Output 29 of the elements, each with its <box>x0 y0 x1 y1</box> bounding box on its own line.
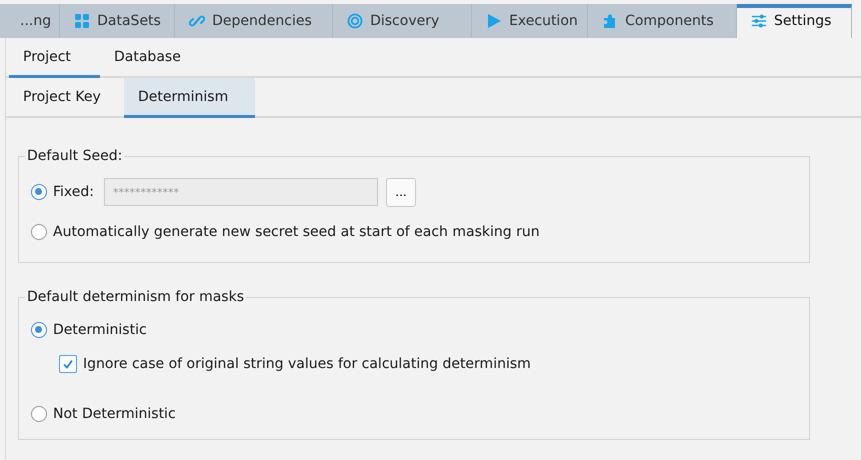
option-label: Not Deterministic <box>53 406 176 422</box>
option-label: Fixed: <box>53 184 94 200</box>
checkbox-label: Ignore case of original string values for calculating determinism <box>83 356 531 372</box>
sub-tab[interactable]: Database <box>100 38 195 78</box>
radio-button[interactable] <box>31 322 47 338</box>
target-icon <box>347 13 364 29</box>
group-title: Default Seed: <box>26 148 124 164</box>
radio-button[interactable] <box>31 406 47 422</box>
browse-button[interactable]: ... <box>386 178 416 206</box>
option-label: Deterministic <box>53 322 147 338</box>
main-tab[interactable]: Dependencies <box>175 4 334 38</box>
main-tab[interactable]: Settings <box>737 4 852 38</box>
main-tab[interactable]: ...ng <box>0 4 60 38</box>
play-icon <box>486 13 502 29</box>
sub-tab[interactable]: Project <box>9 38 100 78</box>
grid-icon <box>74 13 90 29</box>
section-tab[interactable]: Project Key <box>9 78 124 118</box>
checkmark-icon <box>62 358 74 370</box>
radio-button[interactable] <box>31 224 47 240</box>
checkbox[interactable] <box>59 355 77 373</box>
main-tab[interactable]: DataSets <box>60 4 176 38</box>
group-title: Default determinism for masks <box>26 289 245 305</box>
radio-button[interactable] <box>31 184 47 200</box>
option-label: Automatically generate new secret seed at start of each masking run <box>53 224 540 240</box>
main-tab[interactable]: Execution <box>472 4 588 38</box>
link-icon <box>189 13 206 29</box>
section-tab[interactable]: Determinism <box>124 78 255 118</box>
main-tab[interactable]: Discovery <box>333 4 472 38</box>
sliders-icon <box>751 13 768 29</box>
